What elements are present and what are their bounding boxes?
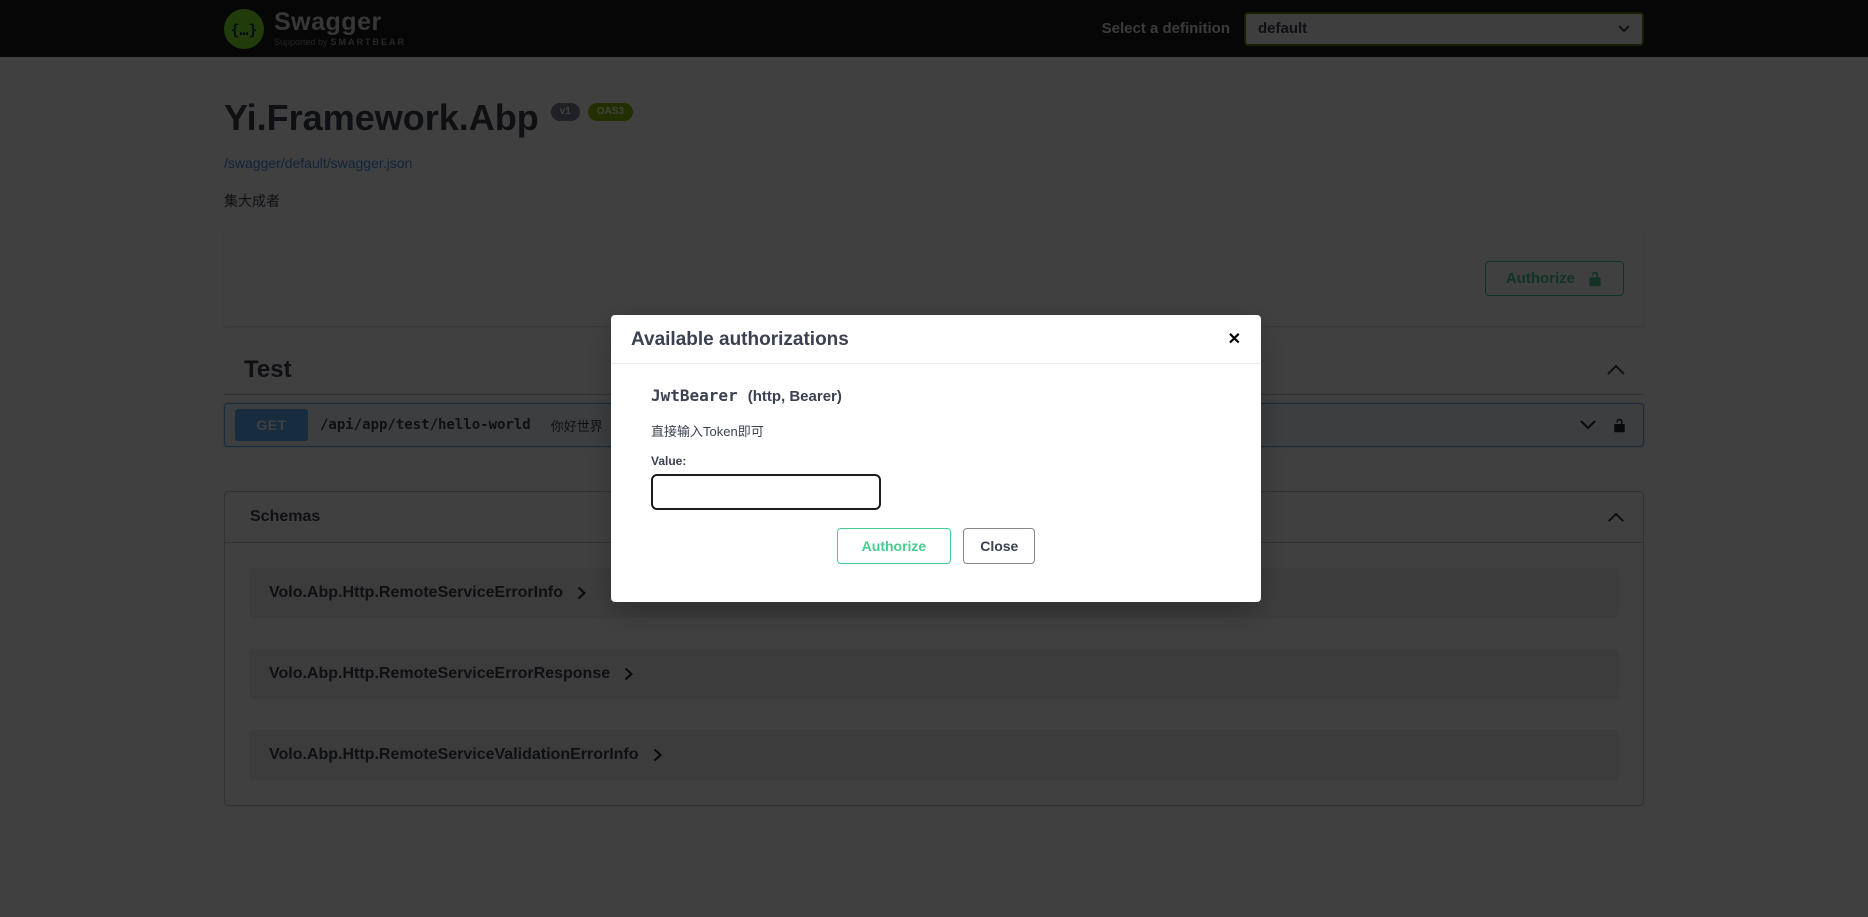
modal-close-button[interactable]: Close [963,528,1035,564]
authorizations-modal: Available authorizations ✕ JwtBearer (ht… [611,315,1261,602]
auth-scheme-name: JwtBearer [651,386,738,405]
token-value-input[interactable] [651,474,881,510]
close-icon[interactable]: ✕ [1228,332,1241,348]
auth-scheme-description: 直接输入Token即可 [651,421,1221,440]
value-label: Value: [651,454,1221,468]
auth-scheme-type: (http, Bearer) [748,388,842,405]
modal-authorize-button[interactable]: Authorize [837,528,952,564]
modal-title: Available authorizations [631,329,849,351]
